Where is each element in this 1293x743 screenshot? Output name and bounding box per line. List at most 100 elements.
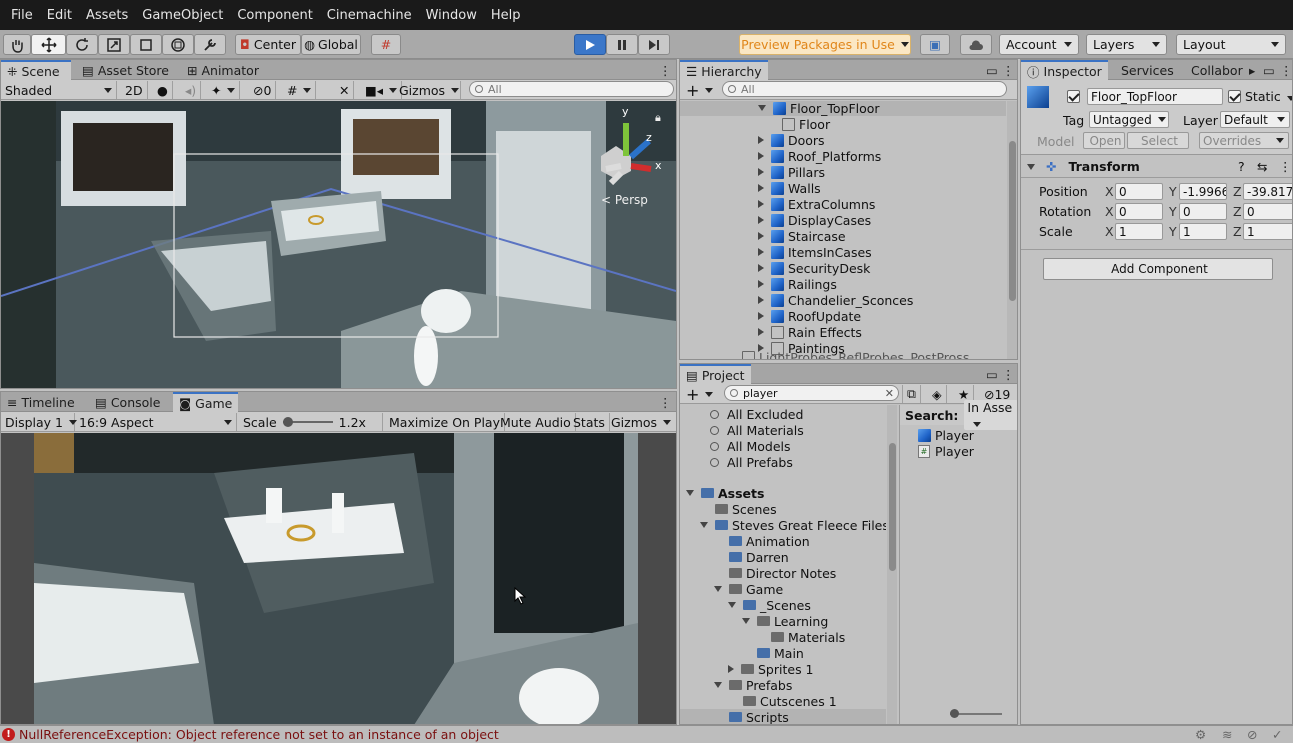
model-open-button[interactable]: Open xyxy=(1083,132,1125,149)
active-checkbox[interactable] xyxy=(1067,90,1080,103)
overrides-dropdown[interactable]: Overrides xyxy=(1199,132,1289,149)
menu-help[interactable]: Help xyxy=(484,8,528,23)
tab-scene[interactable]: ⁜ Scene xyxy=(1,60,71,81)
project-menu-icon[interactable]: ⋮ xyxy=(996,364,1017,384)
scale-tool-button[interactable] xyxy=(98,34,130,55)
help-icon[interactable]: ? xyxy=(1238,159,1245,174)
project-folder[interactable]: Scenes xyxy=(700,501,777,517)
scale-slider[interactable]: Scale 1.2x xyxy=(239,413,383,431)
space-toggle[interactable]: ◍ Global xyxy=(301,34,361,55)
collapsed-arrow-icon[interactable] xyxy=(758,312,764,320)
scene-tools-button[interactable]: ✕ xyxy=(335,81,355,99)
stats-toggle[interactable]: Stats xyxy=(569,413,610,431)
shading-dropdown[interactable]: Shaded xyxy=(1,81,117,99)
expanded-arrow-icon[interactable] xyxy=(714,682,722,688)
hand-tool-button[interactable] xyxy=(3,34,31,55)
menu-edit[interactable]: Edit xyxy=(40,8,79,23)
tab-game[interactable]: ◙ Game xyxy=(173,392,239,413)
tab-animator[interactable]: ⊞ Animator xyxy=(181,60,265,80)
result-player-prefab[interactable]: Player xyxy=(918,427,974,443)
account-dropdown[interactable]: Account xyxy=(999,34,1079,55)
scene-search-input[interactable]: All xyxy=(469,81,674,97)
scale-y-input[interactable]: 1 xyxy=(1179,223,1227,240)
scene-menu-icon[interactable]: ⋮ xyxy=(653,60,676,80)
hierarchy-item[interactable]: ExtraColumns xyxy=(758,196,875,212)
hierarchy-item[interactable]: Roof_Platforms xyxy=(758,148,881,164)
project-folder[interactable]: Prefabs xyxy=(714,677,792,693)
favorite-item[interactable]: All Excluded xyxy=(710,406,803,422)
gizmos-dropdown[interactable]: Gizmos xyxy=(395,81,461,99)
rotate-tool-button[interactable] xyxy=(66,34,98,55)
hierarchy-menu-icon[interactable]: ⋮ xyxy=(996,60,1017,80)
cache-icon[interactable]: ≋ xyxy=(1222,727,1232,742)
favorite-item[interactable]: All Models xyxy=(710,438,791,454)
collapsed-arrow-icon[interactable] xyxy=(728,665,734,673)
hierarchy-item[interactable]: RoofUpdate xyxy=(758,308,861,324)
tab-asset-store[interactable]: ▤ Asset Store xyxy=(76,60,175,80)
mute-audio-toggle[interactable]: Mute Audio xyxy=(496,413,576,431)
hierarchy-item-partial[interactable]: LightProbes_ReflProbes_PostPross xyxy=(742,349,969,359)
hierarchy-item[interactable]: Floor_TopFloor xyxy=(680,101,1006,116)
game-gizmos-dropdown[interactable]: Gizmos xyxy=(607,413,675,431)
expanded-arrow-icon[interactable] xyxy=(686,490,694,496)
grid-dropdown[interactable]: # xyxy=(283,81,317,99)
hierarchy-search-input[interactable]: All xyxy=(722,81,1007,97)
debug-icon[interactable]: ⊘ xyxy=(1247,727,1257,742)
project-folder[interactable]: Assets xyxy=(686,485,764,501)
result-player-script[interactable]: # Player xyxy=(918,443,974,459)
lock-icon[interactable]: 🔒︎ xyxy=(655,111,661,125)
project-folder[interactable]: _Scenes xyxy=(728,597,811,613)
project-folder[interactable]: Darren xyxy=(714,549,789,565)
cloud-button[interactable] xyxy=(960,34,992,55)
collapsed-arrow-icon[interactable] xyxy=(758,296,764,304)
scene-viewport[interactable]: y z x < Persp 🔒︎ xyxy=(1,101,676,388)
expanded-arrow-icon[interactable] xyxy=(714,586,722,592)
pause-button[interactable] xyxy=(606,34,638,55)
hidden-objects-toggle[interactable]: ⊘ 0 xyxy=(249,81,277,99)
hierarchy-add-button[interactable]: + xyxy=(682,81,717,100)
collapsed-arrow-icon[interactable] xyxy=(758,136,764,144)
collapsed-arrow-icon[interactable] xyxy=(758,248,764,256)
scale-thumb[interactable] xyxy=(282,417,293,427)
error-message[interactable]: NullReferenceException: Object reference… xyxy=(19,727,499,742)
audio-toggle[interactable]: ◂) xyxy=(181,81,202,99)
search-scope-dropdown[interactable]: In Asse xyxy=(964,400,1017,430)
hierarchy-scrollbar[interactable] xyxy=(1007,101,1017,359)
tab-services[interactable]: Services xyxy=(1115,60,1180,80)
project-search-input[interactable]: player ✕ xyxy=(724,385,899,401)
collapsed-arrow-icon[interactable] xyxy=(758,264,764,272)
expanded-arrow-icon[interactable] xyxy=(758,105,766,111)
expanded-arrow-icon[interactable] xyxy=(700,522,708,528)
collapsed-arrow-icon[interactable] xyxy=(758,232,764,240)
layers-dropdown[interactable]: Layers xyxy=(1086,34,1167,55)
menu-gameobject[interactable]: GameObject xyxy=(135,8,230,23)
project-folder[interactable]: Director Notes xyxy=(714,565,836,581)
rotation-y-input[interactable]: 0 xyxy=(1179,203,1227,220)
collab-button[interactable]: ▣ xyxy=(920,34,950,55)
static-dropdown[interactable]: Static xyxy=(1245,89,1292,104)
scale-x-input[interactable]: 1 xyxy=(1115,223,1163,240)
hierarchy-item[interactable]: Floor xyxy=(782,116,830,132)
project-add-button[interactable]: + xyxy=(682,385,717,404)
menu-window[interactable]: Window xyxy=(419,8,484,23)
rotation-x-input[interactable]: 0 xyxy=(1115,203,1163,220)
model-select-button[interactable]: Select xyxy=(1127,132,1189,149)
tab-project[interactable]: ▤ Project xyxy=(680,364,751,385)
progress-icon[interactable]: ⚙ xyxy=(1195,727,1206,742)
collapsed-arrow-icon[interactable] xyxy=(758,328,764,336)
hierarchy-scroll-thumb[interactable] xyxy=(1009,141,1016,301)
clear-search-icon[interactable]: ✕ xyxy=(885,387,894,400)
collapsed-arrow-icon[interactable] xyxy=(758,152,764,160)
hierarchy-item[interactable]: Rain Effects xyxy=(758,324,862,340)
position-y-input[interactable]: -1.9966 xyxy=(1179,183,1227,200)
project-folder[interactable]: Animation xyxy=(714,533,810,549)
hierarchy-item[interactable]: Doors xyxy=(758,132,825,148)
position-z-input[interactable]: -39.817 xyxy=(1243,183,1292,200)
project-folder[interactable]: Materials xyxy=(756,629,845,645)
pivot-toggle[interactable]: ◘ Center xyxy=(235,34,301,55)
tab-hierarchy[interactable]: ☰ Hierarchy xyxy=(680,60,768,81)
collapsed-arrow-icon[interactable] xyxy=(758,184,764,192)
transform-header[interactable]: ✜ Transform ? ⇆ ⋮ xyxy=(1021,156,1292,178)
move-tool-button[interactable] xyxy=(31,34,66,55)
static-checkbox[interactable] xyxy=(1228,90,1241,103)
